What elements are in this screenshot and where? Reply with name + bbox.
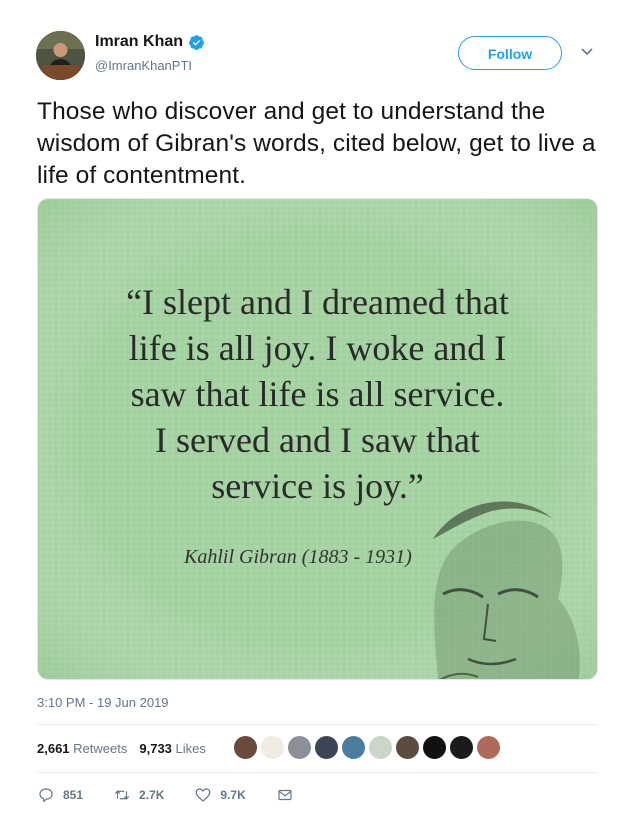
tweet-media-image[interactable]: “I slept and I dreamed that life is all … — [37, 198, 598, 680]
quote-line: saw that life is all service. — [130, 374, 505, 414]
like-button[interactable]: 9.7K — [194, 786, 246, 804]
retweet-count: 2.7K — [139, 788, 165, 802]
retweets-stat[interactable]: 2,661 Retweets — [37, 741, 127, 756]
avatar-image — [36, 31, 85, 80]
tweet-timestamp[interactable]: 3:10 PM - 19 Jun 2019 — [37, 695, 169, 710]
liker-avatar[interactable] — [421, 734, 448, 761]
tweet-stats: 2,661 Retweets 9,733 Likes — [37, 741, 206, 756]
divider — [37, 772, 598, 773]
quote-attribution: Kahlil Gibran (1883 - 1931) — [184, 546, 412, 568]
liker-avatar[interactable] — [259, 734, 286, 761]
retweet-icon — [114, 790, 130, 800]
divider — [37, 724, 598, 725]
author-handle[interactable]: @ImranKhanPTI — [95, 58, 192, 73]
envelope-icon — [278, 789, 292, 801]
tweet-text: Those who discover and get to understand… — [37, 98, 596, 189]
author-name[interactable]: Imran Khan — [95, 33, 183, 51]
reply-count: 851 — [63, 788, 84, 802]
quote-text: “I slept and I dreamed that life is all … — [38, 279, 597, 509]
likes-count: 9,733 — [139, 741, 172, 756]
reply-icon — [39, 788, 53, 803]
liker-avatar[interactable] — [394, 734, 421, 761]
liker-avatar[interactable] — [340, 734, 367, 761]
quote-line: service is joy.” — [211, 466, 424, 506]
author-avatar[interactable] — [36, 31, 85, 80]
quote-line: “I slept and I dreamed that — [126, 282, 509, 322]
direct-message-button[interactable] — [276, 786, 294, 804]
follow-button[interactable]: Follow — [458, 36, 562, 70]
reply-button[interactable]: 851 — [37, 786, 83, 804]
chevron-down-icon[interactable] — [580, 47, 594, 57]
liker-avatar[interactable] — [313, 734, 340, 761]
liker-avatars — [232, 734, 502, 761]
like-count: 9.7K — [220, 788, 246, 802]
likes-stat[interactable]: 9,733 Likes — [139, 741, 206, 756]
retweet-button[interactable]: 2.7K — [113, 786, 164, 804]
heart-icon — [196, 788, 211, 802]
tweet-actions: 851 2.7K 9.7K — [37, 786, 324, 804]
liker-avatar[interactable] — [475, 734, 502, 761]
liker-avatar[interactable] — [448, 734, 475, 761]
liker-avatar[interactable] — [367, 734, 394, 761]
quote-line: I served and I saw that — [155, 420, 480, 460]
quote-line: life is all joy. I woke and I — [128, 328, 507, 368]
author-name-row: Imran Khan — [95, 33, 205, 51]
liker-avatar[interactable] — [286, 734, 313, 761]
likes-label: Likes — [175, 741, 206, 756]
liker-avatar[interactable] — [232, 734, 259, 761]
retweets-label: Retweets — [73, 741, 128, 756]
verified-badge-icon — [188, 34, 205, 51]
retweets-count: 2,661 — [37, 741, 70, 756]
